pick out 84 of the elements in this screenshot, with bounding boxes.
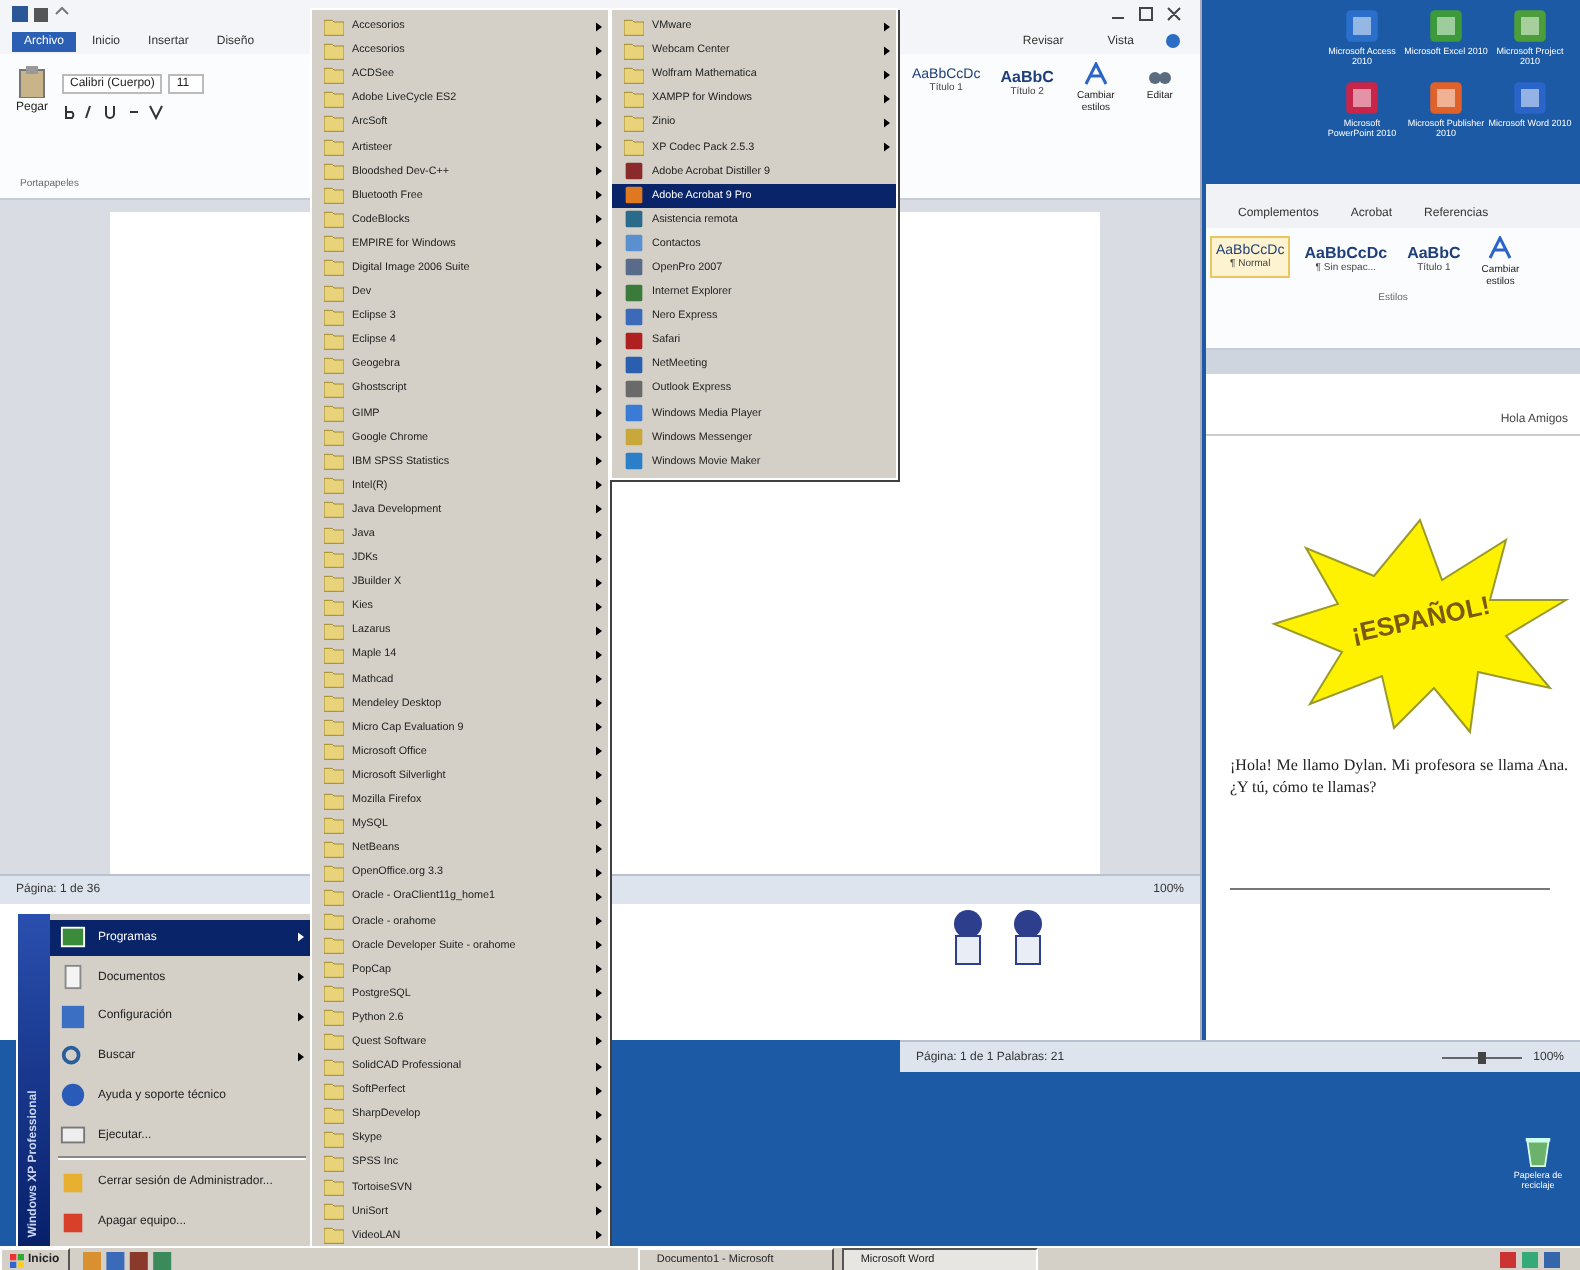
help-icon	[60, 1082, 86, 1109]
submenu-arrow-icon	[596, 1133, 602, 1144]
submenu-arrow-icon	[596, 1182, 602, 1193]
submenu-arrow-icon	[884, 117, 890, 128]
submenu-arrow-icon	[596, 69, 602, 80]
search-icon	[60, 1043, 86, 1070]
submenu-arrow-icon	[596, 45, 602, 56]
submenu-arrow-icon	[596, 1036, 602, 1047]
submenu-arrow-icon	[596, 795, 602, 806]
submenu-arrow-icon	[596, 432, 602, 443]
application-icon	[1512, 79, 1548, 116]
submenu-arrow-icon	[596, 1206, 602, 1217]
submenu-arrow-icon	[596, 359, 602, 370]
submenu-arrow-icon	[596, 456, 602, 467]
submenu-arrow-icon	[596, 408, 602, 419]
submenu-arrow-icon	[596, 649, 602, 660]
submenu-arrow-icon	[596, 964, 602, 975]
submenu-arrow-icon	[596, 1061, 602, 1072]
programs-icon	[60, 924, 86, 951]
application-icon	[1428, 8, 1464, 44]
submenu-arrow-icon	[596, 166, 602, 177]
recycle-bin-icon	[1524, 1136, 1552, 1168]
submenu-arrow-icon	[298, 1051, 304, 1062]
submenu-arrow-icon	[298, 972, 304, 983]
paragraph: ¡Hola! Me llamo Dylan. Mi profesora se llama Ana. ¿Y tú, cómo te llamas?	[1230, 756, 1568, 800]
submenu-arrow-icon	[596, 891, 602, 902]
submenu-arrow-icon	[596, 93, 602, 104]
submenu-arrow-icon	[596, 21, 602, 32]
submenu-arrow-icon	[596, 722, 602, 733]
submenu-arrow-icon	[596, 1109, 602, 1120]
submenu-arrow-icon	[596, 1012, 602, 1023]
submenu-arrow-icon	[596, 214, 602, 225]
submenu-arrow-icon	[596, 335, 602, 346]
submenu-arrow-icon	[596, 940, 602, 951]
submenu-arrow-icon	[596, 480, 602, 491]
submenu-arrow-icon	[596, 819, 602, 830]
document-icon	[60, 964, 86, 991]
submenu-arrow-icon	[596, 577, 602, 588]
help-icon[interactable]	[1166, 34, 1180, 48]
styles-icon	[1083, 62, 1108, 86]
submenu-arrow-icon	[884, 21, 890, 32]
application-icon	[1344, 79, 1380, 116]
submenu-arrow-icon	[596, 988, 602, 999]
submenu-arrow-icon	[596, 674, 602, 685]
submenu-arrow-icon	[596, 311, 602, 322]
submenu-arrow-icon	[884, 93, 890, 104]
submenu-arrow-icon	[884, 69, 890, 80]
quick-access-icon[interactable]	[12, 6, 72, 22]
application-icon	[1428, 79, 1464, 116]
submenu-arrow-icon	[596, 529, 602, 540]
submenu-arrow-icon	[884, 45, 890, 56]
run-icon	[60, 1122, 86, 1149]
submenu-arrow-icon	[298, 932, 304, 943]
submenu-arrow-icon	[596, 843, 602, 854]
submenu-arrow-icon	[298, 1011, 304, 1022]
styles-icon	[1488, 236, 1513, 260]
submenu-arrow-icon	[596, 1230, 602, 1241]
submenu-arrow-icon	[596, 746, 602, 757]
submenu-arrow-icon	[884, 142, 890, 153]
clipboard-icon	[18, 66, 46, 98]
submenu-arrow-icon	[596, 625, 602, 636]
submenu-arrow-icon	[596, 1157, 602, 1168]
submenu-arrow-icon	[596, 1085, 602, 1096]
submenu-arrow-icon	[596, 190, 602, 201]
submenu-arrow-icon	[596, 142, 602, 153]
application-icon	[1512, 8, 1548, 44]
submenu-arrow-icon	[596, 117, 602, 128]
submenu-arrow-icon	[596, 504, 602, 515]
submenu-arrow-icon	[596, 770, 602, 781]
submenu-arrow-icon	[596, 238, 602, 249]
power-icon	[60, 1209, 86, 1235]
submenu-arrow-icon	[596, 601, 602, 612]
submenu-arrow-icon	[596, 553, 602, 564]
submenu-arrow-icon	[596, 698, 602, 709]
submenu-arrow-icon	[596, 383, 602, 394]
submenu-arrow-icon	[596, 287, 602, 298]
control-panel-icon	[60, 1003, 86, 1030]
zoom-slider-icon[interactable]	[1441, 1051, 1522, 1063]
submenu-arrow-icon	[596, 916, 602, 927]
submenu-arrow-icon	[596, 262, 602, 273]
application-icon	[1344, 8, 1380, 44]
submenu-arrow-icon	[596, 867, 602, 878]
windows-logo-icon	[10, 1253, 24, 1267]
key-icon	[60, 1169, 86, 1196]
